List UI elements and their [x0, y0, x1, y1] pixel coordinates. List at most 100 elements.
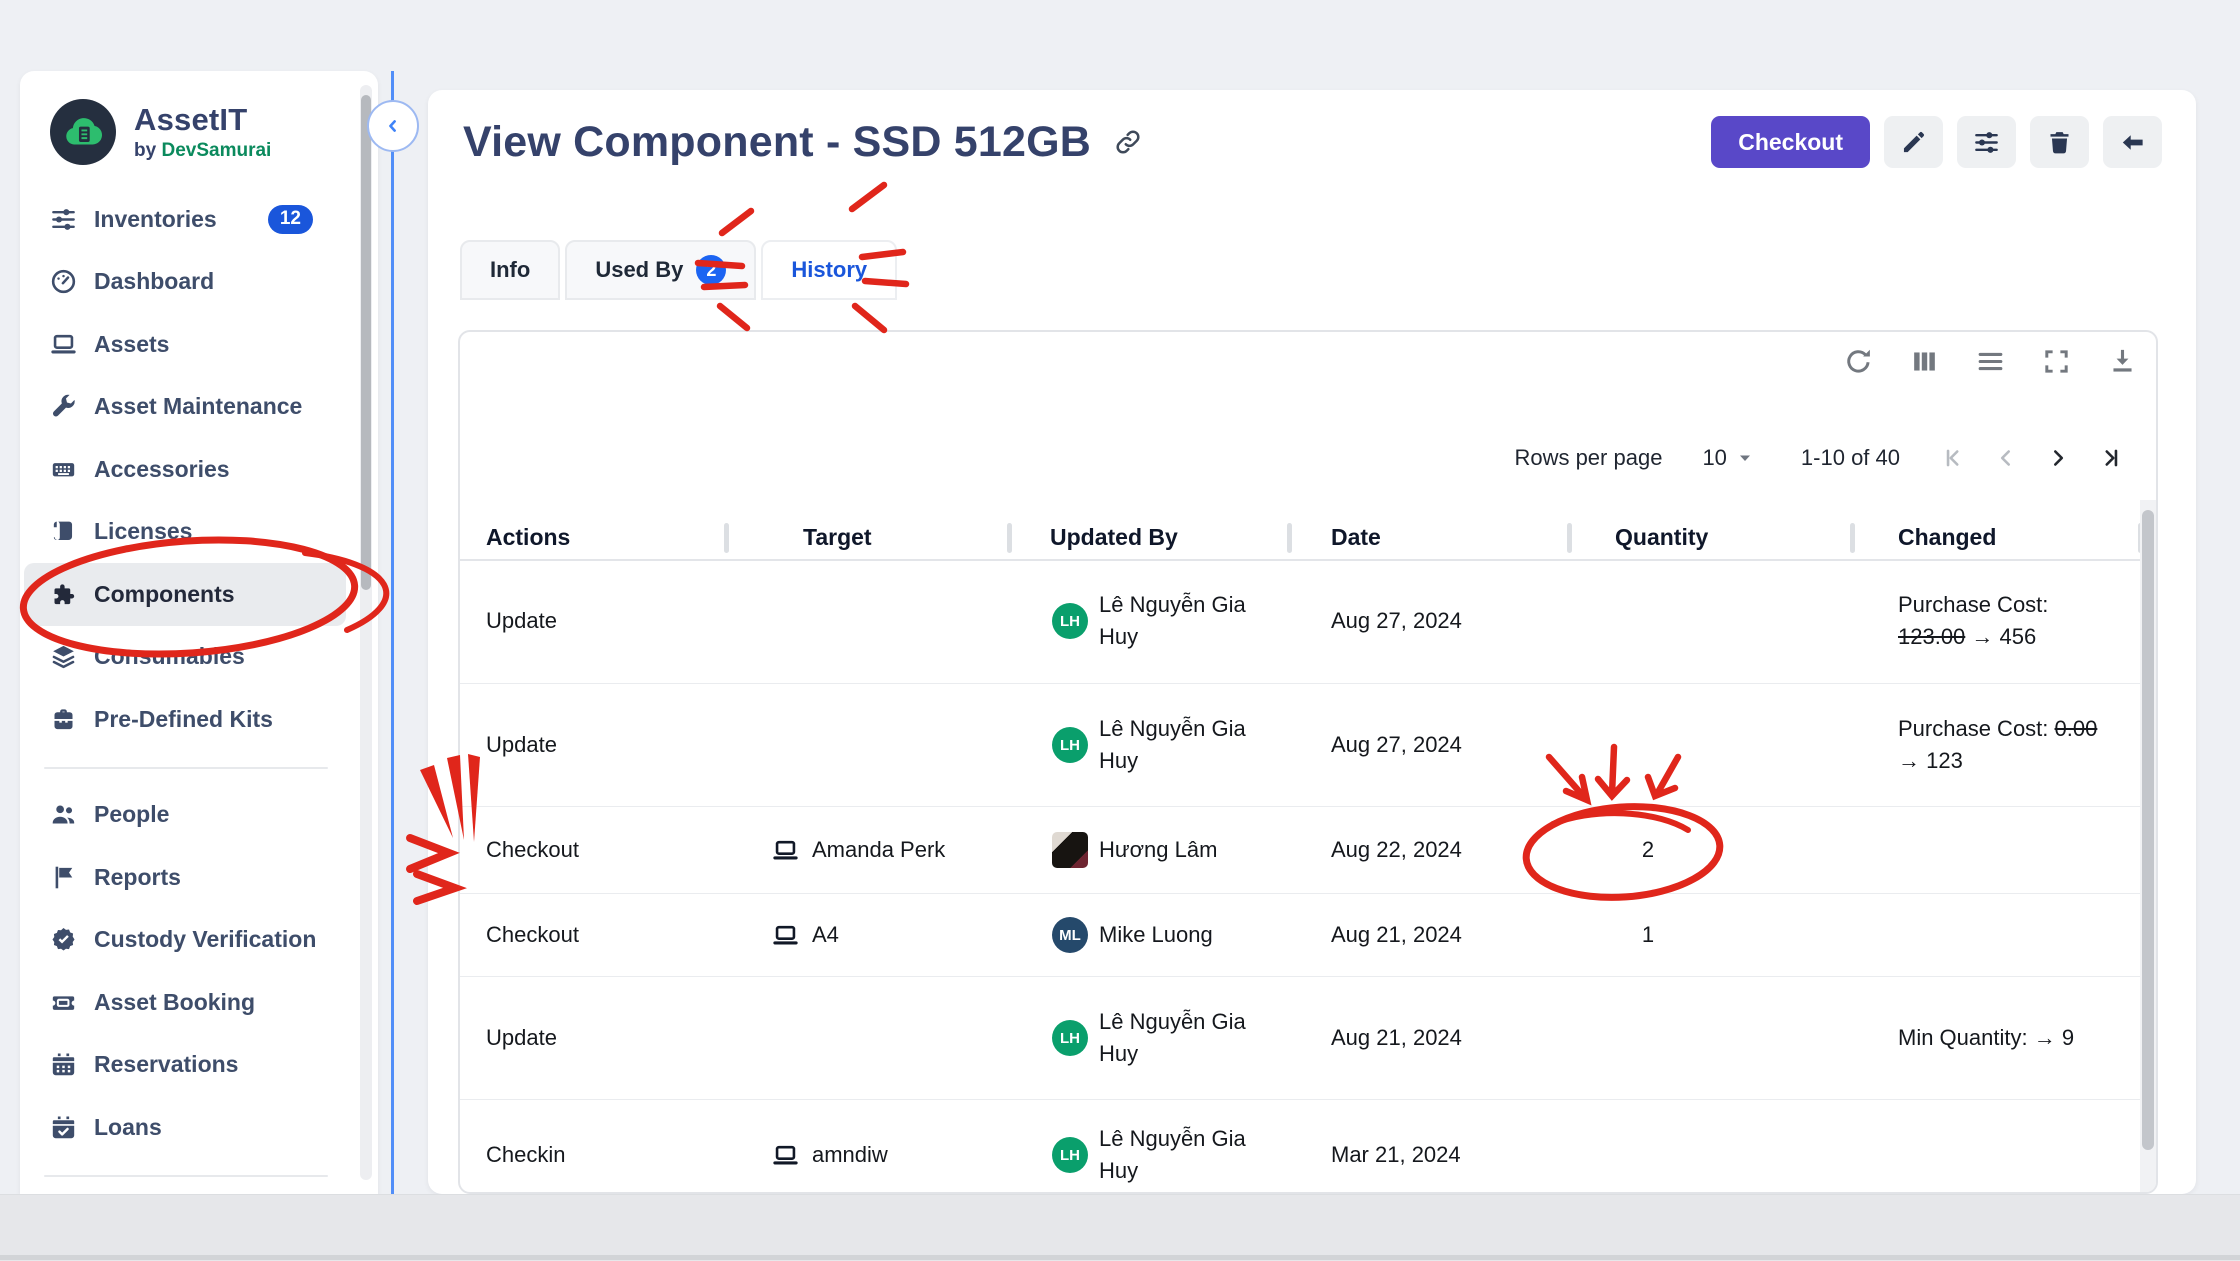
sidebar-item-people[interactable]: People — [24, 784, 346, 847]
column-header-quantity[interactable]: Quantity — [1569, 524, 1852, 551]
cell-action: Update — [460, 1025, 726, 1051]
sidebar-item-label: Asset Booking — [94, 989, 255, 1016]
chevron-right-icon — [2045, 445, 2071, 471]
checkout-button[interactable]: Checkout — [1711, 116, 1870, 168]
cell-action: Update — [460, 608, 726, 634]
sidebar-item-custody-verification[interactable]: Custody Verification — [24, 909, 346, 972]
sidebar-item-label: Reports — [94, 864, 181, 891]
sidebar-scrollbar-thumb[interactable] — [361, 95, 371, 590]
sidebar-item-accessories[interactable]: Accessories — [24, 438, 346, 501]
table-row: Checkout A4 MLMike Luong Aug 21, 2024 1 — [460, 894, 2140, 977]
previous-page-button[interactable] — [1980, 436, 2032, 480]
sidebar-item-label: Components — [94, 581, 235, 608]
users-icon — [50, 801, 77, 828]
target-name: Amanda Perk — [812, 837, 945, 863]
first-page-icon — [1941, 445, 1967, 471]
layers-icon — [50, 643, 77, 670]
cell-updated-by: LHLê Nguyễn Gia Huy — [1009, 1006, 1289, 1070]
tab-used-by[interactable]: Used By2 — [565, 240, 756, 300]
refresh-icon[interactable] — [1843, 346, 1874, 377]
sidebar-item-reservations[interactable]: Reservations — [24, 1034, 346, 1097]
changed-new-value: 456 — [2000, 624, 2037, 649]
sidebar-divider — [44, 767, 328, 769]
sidebar-item-loans[interactable]: Loans — [24, 1096, 346, 1159]
changed-label: Min Quantity: — [1898, 1025, 2028, 1050]
sidebar-item-asset-maintenance[interactable]: Asset Maintenance — [24, 376, 346, 439]
download-icon[interactable] — [2107, 346, 2138, 377]
user-name: Lê Nguyễn Gia Huy — [1099, 713, 1274, 777]
sidebar-item-consumables[interactable]: Consumables — [24, 626, 346, 689]
table-header-row: Actions Target Updated By Date Quantity … — [460, 516, 2140, 561]
sidebar-scrollbar[interactable] — [360, 85, 372, 1180]
table-scrollbar-thumb[interactable] — [2142, 510, 2154, 1150]
user-name: Lê Nguyễn Gia Huy — [1099, 589, 1274, 653]
inventories-count-badge: 12 — [268, 205, 313, 234]
column-header-date[interactable]: Date — [1289, 524, 1569, 551]
changed-label: Purchase Cost: — [1898, 592, 2048, 617]
cell-changed: Purchase Cost: 0.00 → 123 — [1852, 713, 2140, 777]
user-name: Lê Nguyễn Gia Huy — [1099, 1006, 1274, 1070]
avatar: LH — [1052, 1137, 1088, 1173]
table-row: Update LHLê Nguyễn Gia Huy Aug 27, 2024 … — [460, 559, 2140, 684]
sidebar-item-label: Assets — [94, 331, 169, 358]
wrench-icon — [50, 393, 77, 420]
next-page-button[interactable] — [2032, 436, 2084, 480]
changed-new-value: 123 — [1926, 748, 1963, 773]
calendar-icon — [50, 1051, 77, 1078]
sidebar-item-licenses[interactable]: Licenses — [24, 501, 346, 564]
window-bottom-edge — [0, 1255, 2240, 1260]
page-header: View Component - SSD 512GB Checkout — [463, 116, 2162, 168]
scroll-icon — [50, 518, 77, 545]
sidebar-item-asset-booking[interactable]: Asset Booking — [24, 971, 346, 1034]
copy-link-icon[interactable] — [1113, 127, 1143, 157]
history-table-panel: Rows per page 10 1-10 of 40 Actions Targ… — [458, 330, 2158, 1194]
column-header-target[interactable]: Target — [726, 524, 1009, 551]
puzzle-icon — [50, 581, 77, 608]
density-icon[interactable] — [1975, 346, 2006, 377]
cell-updated-by: LHLê Nguyễn Gia Huy — [1009, 589, 1289, 653]
cell-updated-by: LHLê Nguyễn Gia Huy — [1009, 1123, 1289, 1187]
sliders-icon — [1973, 129, 2000, 156]
sidebar-item-components[interactable]: Components — [24, 563, 346, 626]
chevron-left-icon — [1993, 445, 2019, 471]
sidebar-item-dashboard[interactable]: Dashboard — [24, 251, 346, 314]
table-row: Checkin amndiw LHLê Nguyễn Gia Huy Mar 2… — [460, 1100, 2140, 1194]
cell-updated-by: Hương Lâm — [1009, 832, 1289, 868]
sidebar-item-inventories[interactable]: Inventories12 — [24, 188, 346, 251]
tab-bar: Info Used By2 History — [460, 240, 902, 300]
sidebar-item-assets[interactable]: Assets — [24, 313, 346, 376]
sidebar-item-pre-defined-kits[interactable]: Pre-Defined Kits — [24, 688, 346, 751]
delete-button[interactable] — [2030, 116, 2089, 168]
sidebar-item-reports[interactable]: Reports — [24, 846, 346, 909]
brand-name: AssetIT — [134, 102, 271, 138]
sidebar-item-label: Reservations — [94, 1051, 238, 1078]
first-page-button[interactable] — [1928, 436, 1980, 480]
arrow-right-glyph: → — [2034, 1025, 2056, 1050]
ticket-icon — [50, 989, 77, 1016]
cell-quantity — [1569, 1142, 1852, 1168]
column-header-updated-by[interactable]: Updated By — [1009, 524, 1289, 551]
column-header-actions[interactable]: Actions — [460, 524, 726, 551]
column-header-changed[interactable]: Changed — [1852, 524, 2140, 551]
rows-per-page-select[interactable]: 10 — [1702, 445, 1756, 471]
rows-per-page-value: 10 — [1702, 445, 1726, 471]
laptop-icon — [772, 922, 799, 949]
last-page-button[interactable] — [2084, 436, 2136, 480]
edit-button[interactable] — [1884, 116, 1943, 168]
table-scrollbar[interactable] — [2140, 500, 2156, 1192]
cell-action: Checkout — [460, 922, 726, 948]
tab-history[interactable]: History — [761, 240, 897, 300]
pencil-icon — [1900, 129, 1927, 156]
back-button[interactable] — [2103, 116, 2162, 168]
cell-quantity — [1569, 732, 1852, 758]
byline-company: DevSamurai — [161, 140, 271, 161]
target-name: amndiw — [812, 1142, 888, 1168]
page-title: View Component - SSD 512GB — [463, 118, 1091, 167]
arrow-left-icon — [2119, 129, 2146, 156]
fullscreen-icon[interactable] — [2041, 346, 2072, 377]
columns-icon[interactable] — [1909, 346, 1940, 377]
rows-per-page-label: Rows per page — [1514, 445, 1662, 471]
settings-button[interactable] — [1957, 116, 2016, 168]
tab-info[interactable]: Info — [460, 240, 560, 300]
sidebar-collapse-button[interactable] — [367, 100, 419, 152]
